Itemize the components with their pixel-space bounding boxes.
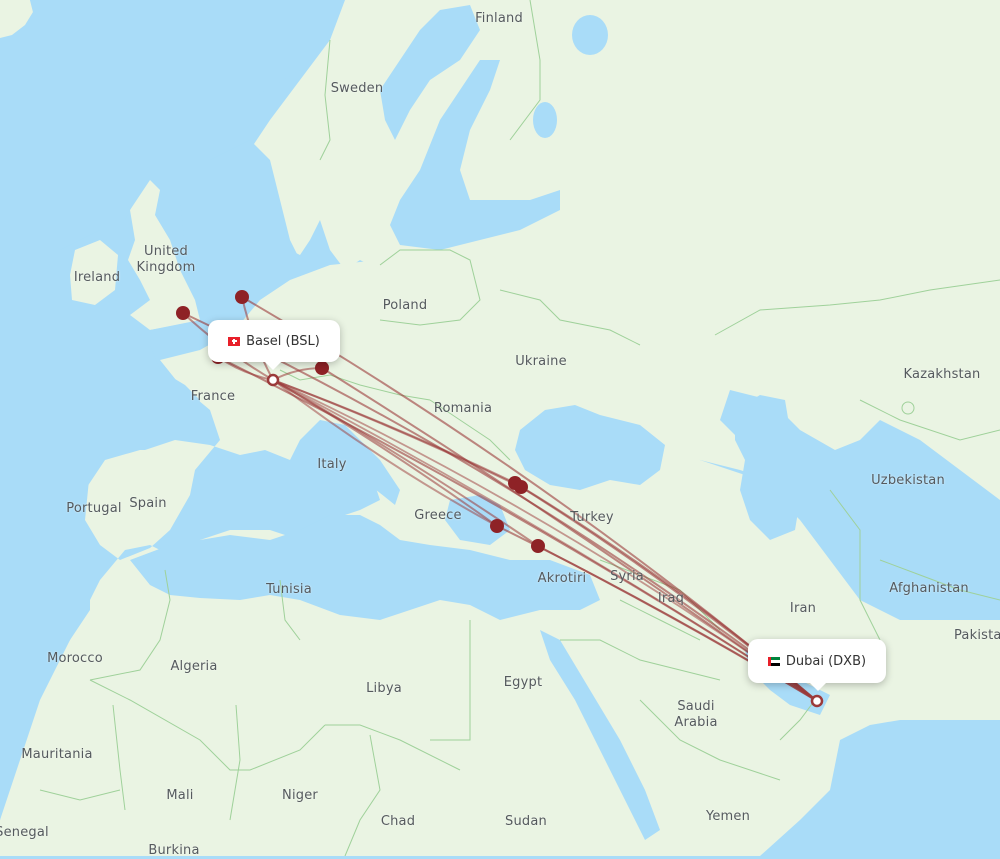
country-label-egypt: Egypt: [503, 675, 543, 690]
country-label-romania: Romania: [433, 401, 493, 416]
stopover-airport-dot[interactable]: [514, 480, 528, 494]
country-label-italy: Italy: [317, 457, 347, 472]
country-label-finland: Finland: [475, 11, 523, 26]
country-label-morocco: Morocco: [47, 651, 103, 666]
origin-marker[interactable]: [266, 373, 280, 387]
origin-airport-label: Basel (BSL): [246, 333, 320, 349]
map-canvas[interactable]: [0, 0, 1000, 856]
stopover-airport-dot[interactable]: [176, 306, 190, 320]
country-label-senegal: Senegal: [0, 825, 49, 840]
country-label-uzbekistan: Uzbekistan: [871, 473, 945, 488]
country-label-ukraine: Ukraine: [515, 354, 567, 369]
country-label-ireland: Ireland: [73, 270, 121, 285]
origin-airport-icon[interactable]: [266, 373, 280, 387]
origin-airport-popup[interactable]: Basel (BSL): [208, 320, 340, 370]
country-label-pakistan: Pakistan: [953, 628, 1000, 643]
destination-airport-label: Dubai (DXB): [785, 653, 867, 669]
country-label-sudan: Sudan: [505, 814, 547, 829]
stopover-airport-dot[interactable]: [531, 539, 545, 553]
country-label-saudi-arabia: Saudi Arabia: [674, 699, 718, 730]
country-label-turkey: Turkey: [570, 510, 614, 525]
destination-marker[interactable]: [810, 694, 824, 708]
switzerland-flag-icon: [228, 336, 241, 346]
country-label-spain: Spain: [129, 496, 167, 511]
stopover-airport-dot[interactable]: [490, 519, 504, 533]
country-label-mauritania: Mauritania: [21, 747, 93, 762]
country-label-portugal: Portugal: [66, 501, 122, 516]
stopover-airport-dot[interactable]: [235, 290, 249, 304]
country-label-sweden: Sweden: [330, 81, 384, 96]
country-label-france: France: [190, 389, 236, 404]
country-label-greece: Greece: [414, 508, 462, 523]
country-label-burkina: Burkina: [148, 843, 200, 858]
country-label-iraq: Iraq: [657, 591, 685, 606]
country-label-yemen: Yemen: [705, 809, 751, 824]
destination-airport-popup[interactable]: Dubai (DXB): [748, 639, 886, 691]
country-label-iran: Iran: [789, 601, 817, 616]
stopover-airport-dot[interactable]: [315, 361, 329, 375]
country-label-chad: Chad: [380, 814, 416, 829]
uae-flag-icon: [767, 656, 780, 666]
country-label-syria: Syria: [610, 569, 644, 584]
country-label-niger: Niger: [282, 788, 318, 803]
country-label-poland: Poland: [382, 298, 428, 313]
country-label-algeria: Algeria: [170, 659, 218, 674]
country-label-libya: Libya: [366, 681, 402, 696]
country-label-mali: Mali: [166, 788, 194, 803]
destination-airport-icon[interactable]: [810, 694, 824, 708]
country-label-afghanistan: Afghanistan: [889, 581, 969, 596]
country-label-tunisia: Tunisia: [266, 582, 312, 597]
country-label-akrotiri: Akrotiri: [537, 571, 587, 586]
country-label-united-kingdom: United Kingdom: [136, 244, 196, 275]
country-label-kazakhstan: Kazakhstan: [903, 367, 981, 382]
